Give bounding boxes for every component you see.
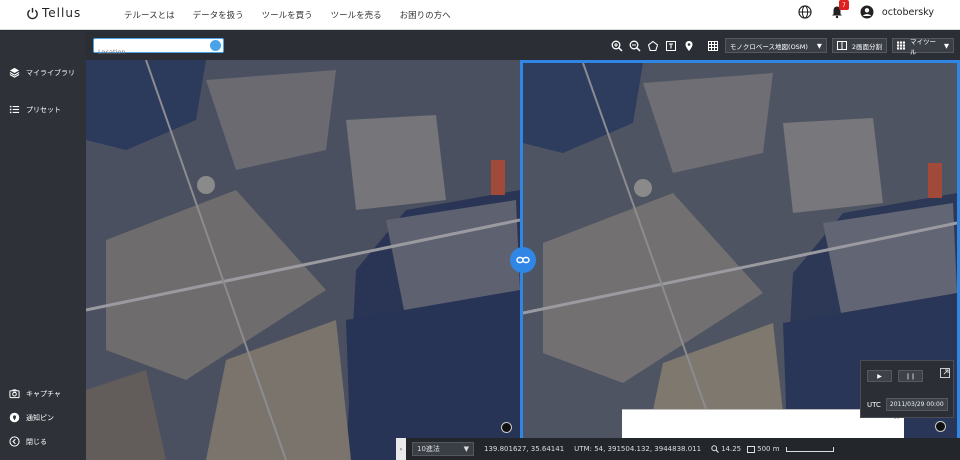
scale-readout: 500 m (747, 445, 834, 453)
location-search (93, 38, 224, 59)
user-avatar-icon[interactable] (860, 5, 874, 19)
play-button[interactable]: ▶ (867, 370, 892, 382)
mytool-select[interactable]: マイツール ▼ (892, 37, 954, 56)
chevron-down-icon: ▼ (816, 41, 822, 50)
search-icon[interactable] (210, 40, 221, 51)
grid-icon[interactable] (707, 39, 720, 52)
zoom-in-icon[interactable] (611, 39, 624, 52)
status-bar: ‹ 10進法 ▼ 139.801627, 35.64141 UTM: 54, 3… (396, 438, 960, 460)
layers-icon (9, 67, 20, 78)
notification-bell[interactable]: 7 (830, 0, 849, 19)
nav-sell-tools[interactable]: ツールを売る (331, 9, 382, 21)
username[interactable]: octobersky (882, 7, 934, 18)
zoom-readout: 14.25 (711, 445, 741, 453)
close-circle-icon (9, 436, 20, 447)
satellite-map-left[interactable] (86, 60, 520, 460)
text-icon[interactable] (665, 39, 678, 52)
nav-data[interactable]: データを扱う (193, 9, 244, 21)
top-navbar: Tellus テルースとは データを扱う ツールを買う ツールを売る お困りの方… (0, 0, 960, 30)
polygon-icon[interactable] (647, 39, 660, 52)
basemap-select[interactable]: モノクロベース地図(OSM) ▼ (724, 38, 827, 53)
sidebar-item-notify-pin[interactable]: 通知ピン (9, 412, 54, 423)
sidebar: マイライブラリ プリセット キャプチャ 通知ピン 閉じる (0, 31, 86, 460)
datetime-field[interactable]: 2011/03/29 00:00 (885, 398, 948, 411)
power-icon (27, 7, 38, 19)
projection-select[interactable]: 10進法 ▼ (412, 442, 474, 456)
chevron-down-icon: ▼ (463, 445, 469, 453)
sidebar-item-label: 通知ピン (26, 413, 54, 422)
sync-link-button[interactable] (510, 247, 536, 273)
utc-label: UTC (867, 400, 881, 409)
sidebar-item-close[interactable]: 閉じる (9, 436, 47, 447)
split-map-area (86, 60, 960, 460)
zoom-value: 14.25 (721, 445, 742, 453)
nav-about[interactable]: テルースとは (124, 9, 175, 21)
link-icon (516, 256, 530, 264)
marker-icon[interactable] (683, 39, 696, 52)
map-toolbar: モノクロベース地図(OSM) ▼ 2画面分割 マイツール ▼ (86, 31, 960, 60)
scale-bar (785, 446, 834, 452)
time-panel: ▶ ❚❚ UTC 2011/03/29 00:00 (860, 360, 954, 418)
zoom-out-icon[interactable] (629, 39, 642, 52)
chevron-down-icon: ▼ (944, 41, 949, 50)
projection-value: 10進法 (417, 445, 440, 453)
split-label: 2画面分割 (851, 42, 882, 51)
utm-readout: UTM: 54, 391504.132, 3944838.011 (574, 445, 702, 453)
basemap-select-value: モノクロベース地図(OSM) (729, 42, 808, 51)
logo-text: Tellus (42, 6, 82, 20)
sidebar-item-presets[interactable]: プリセット (9, 104, 61, 115)
latlon-readout: 139.801627, 35.64141 (484, 445, 565, 453)
pause-button[interactable]: ❚❚ (898, 370, 923, 382)
notification-badge: 7 (838, 0, 849, 10)
sidebar-item-label: プリセット (26, 105, 61, 114)
statusbar-toggle[interactable]: ‹ (396, 438, 406, 460)
scale-value: 500 m (757, 445, 780, 453)
nav-buy-tools[interactable]: ツールを買う (262, 9, 313, 21)
globe-icon[interactable] (798, 5, 812, 19)
sidebar-item-capture[interactable]: キャプチャ (9, 388, 61, 399)
main-nav: テルースとは データを扱う ツールを買う ツールを売る お困りの方へ (124, 9, 469, 21)
camera-icon (9, 389, 20, 399)
sidebar-item-label: キャプチャ (26, 389, 61, 398)
split-screen-button[interactable]: 2画面分割 (831, 38, 887, 53)
list-icon (9, 105, 20, 114)
mytool-label: マイツール (910, 37, 937, 56)
apps-icon (897, 41, 906, 50)
ruler-icon (747, 445, 756, 453)
location-search-input[interactable] (94, 45, 204, 59)
sidebar-item-label: 閉じる (26, 437, 47, 446)
split-icon (836, 41, 847, 50)
pin-icon (9, 412, 20, 423)
nav-help[interactable]: お困りの方へ (400, 9, 451, 21)
expand-icon[interactable] (940, 363, 950, 382)
target-icon[interactable] (935, 421, 946, 432)
tellus-logo[interactable]: Tellus (26, 6, 81, 20)
target-icon[interactable] (501, 422, 512, 433)
sidebar-item-label: マイライブラリ (26, 68, 75, 77)
magnifier-icon (711, 445, 720, 453)
sidebar-item-my-library[interactable]: マイライブラリ (9, 67, 75, 78)
